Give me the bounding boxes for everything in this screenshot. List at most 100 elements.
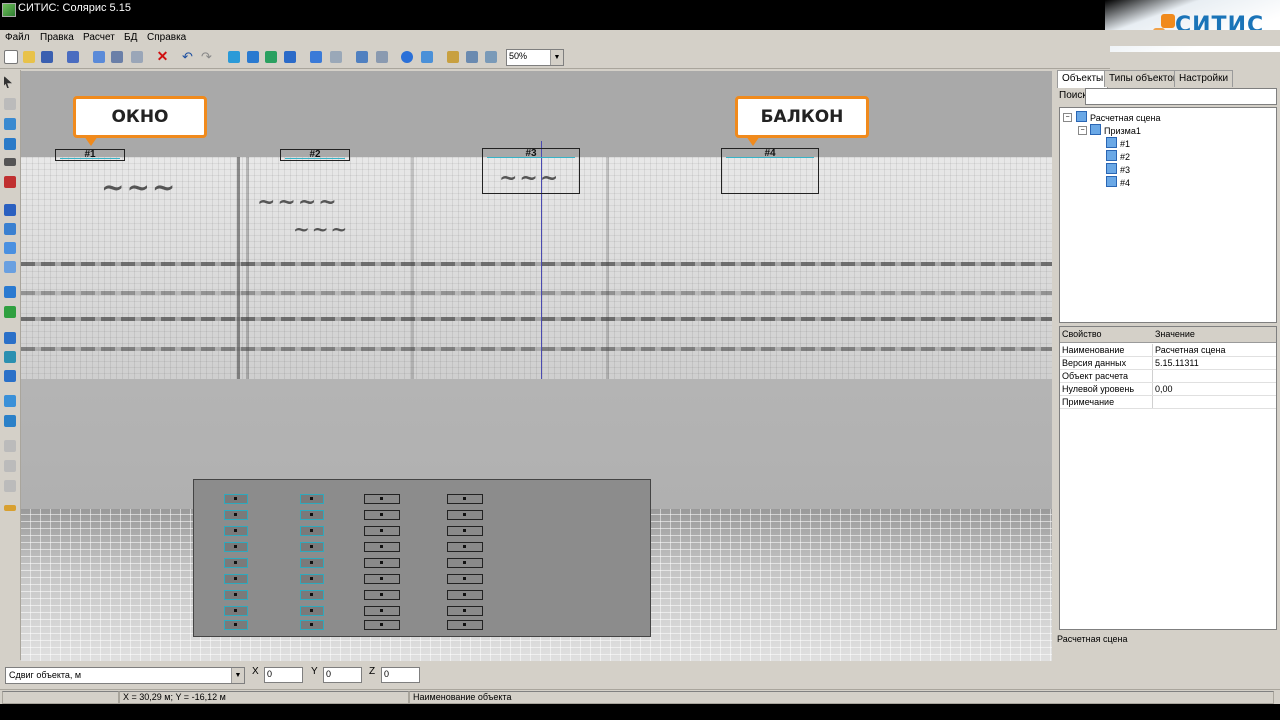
properties-header: Свойство Значение <box>1060 327 1276 343</box>
save-icon[interactable] <box>39 49 54 64</box>
calc-icon[interactable] <box>419 49 434 64</box>
window-title: СИТИС: Солярис 5.15 <box>18 2 131 14</box>
property-row[interactable]: Наименование Расчетная сцена <box>1060 344 1276 357</box>
property-row[interactable]: Примечание <box>1060 396 1276 409</box>
collapse-icon[interactable]: − <box>1078 126 1087 135</box>
scale-icon[interactable] <box>282 49 297 64</box>
tree-item-label: #4 <box>1120 178 1131 188</box>
tool-8-icon[interactable] <box>4 223 16 235</box>
sun-icon[interactable] <box>399 49 414 64</box>
tool-12-icon[interactable] <box>4 306 16 318</box>
tool-17-icon[interactable] <box>4 415 16 427</box>
property-value[interactable]: 5.15.11311 <box>1155 358 1199 368</box>
tree-item-3[interactable]: #3 <box>1106 163 1130 175</box>
property-row[interactable]: Версия данных 5.15.11311 <box>1060 357 1276 370</box>
tool-20-icon[interactable] <box>4 480 16 492</box>
tool-14-icon[interactable] <box>4 351 16 363</box>
tool-13-icon[interactable] <box>4 332 16 344</box>
tab-object-types[interactable]: Типы объектов <box>1104 70 1184 87</box>
object-icon <box>1106 163 1117 174</box>
z-input[interactable]: 0 <box>381 667 420 683</box>
tab-objects[interactable]: Объекты <box>1057 70 1109 88</box>
object-icon <box>1106 176 1117 187</box>
search-input[interactable] <box>1085 88 1277 105</box>
property-value[interactable]: Расчетная сцена <box>1155 345 1226 355</box>
align-icon[interactable] <box>354 49 369 64</box>
tree-item-prism[interactable]: Призма1 <box>1090 124 1141 136</box>
group-icon[interactable] <box>308 49 323 64</box>
tree-item-1[interactable]: #1 <box>1106 137 1130 149</box>
delete-icon[interactable]: ✕ <box>155 48 170 64</box>
redo-icon[interactable]: ↷ <box>199 49 214 64</box>
tab-settings[interactable]: Настройки <box>1174 70 1234 87</box>
viewport-3d[interactable]: ~~~ ~~~~ ~~~ ~~~ #1 #2 #3 #4 ОКНО БАЛКОН <box>21 71 1052 661</box>
tree-item-label: Призма1 <box>1104 126 1141 136</box>
tool-16-icon[interactable] <box>4 395 16 407</box>
zoom-select[interactable]: 50% ▼ <box>506 49 564 66</box>
scale-1-1-icon[interactable] <box>4 158 16 166</box>
callout-balcony-text: БАЛКОН <box>760 107 844 127</box>
tool-9-icon[interactable] <box>4 242 16 254</box>
tree-item-scene[interactable]: Расчетная сцена <box>1076 111 1161 123</box>
menu-calc[interactable]: Расчет <box>83 32 115 43</box>
print-icon[interactable] <box>65 49 80 64</box>
prism-building[interactable] <box>193 479 651 637</box>
status-cell-empty <box>2 691 119 704</box>
y-input[interactable]: 0 <box>323 667 362 683</box>
tool-18-icon[interactable] <box>4 440 16 452</box>
chevron-down-icon[interactable]: ▼ <box>550 50 563 65</box>
tree-item-2[interactable]: #2 <box>1106 150 1130 162</box>
search-label: Поиск <box>1059 90 1087 101</box>
copy-icon[interactable] <box>91 49 106 64</box>
tree-item-4[interactable]: #4 <box>1106 176 1130 188</box>
view-persp-icon[interactable] <box>464 49 479 64</box>
column-header-property: Свойство <box>1062 329 1102 339</box>
tool-11-icon[interactable] <box>4 286 16 298</box>
transform-controls: Сдвиг объекта, м ▼ X 0 Y 0 Z 0 <box>0 664 1055 688</box>
undo-icon[interactable]: ↶ <box>180 49 195 64</box>
collapse-icon[interactable]: − <box>1063 113 1072 122</box>
property-key: Примечание <box>1062 397 1115 407</box>
object-marker[interactable]: #2 <box>280 149 350 161</box>
scene-icon <box>1076 111 1087 122</box>
mirror-icon[interactable] <box>263 49 278 64</box>
transform-mode-value: Сдвиг объекта, м <box>9 670 82 680</box>
x-input[interactable]: 0 <box>264 667 303 683</box>
status-bar: X = 30,29 м; Y = -16,12 м Наименование о… <box>0 689 1280 704</box>
tool-6-icon[interactable] <box>4 176 16 188</box>
ungroup-icon[interactable] <box>328 49 343 64</box>
pointer-icon[interactable] <box>4 76 12 88</box>
open-icon[interactable] <box>21 49 36 64</box>
object-marker[interactable]: #4 <box>721 148 819 194</box>
menu-file[interactable]: Файл <box>5 32 30 43</box>
tool-7-icon[interactable] <box>4 204 16 216</box>
property-row[interactable]: Нулевой уровень 0,00 <box>1060 383 1276 396</box>
tool-4-icon[interactable] <box>4 138 16 150</box>
move-icon[interactable] <box>226 49 241 64</box>
chevron-down-icon[interactable]: ▼ <box>231 668 244 683</box>
tool-19-icon[interactable] <box>4 460 16 472</box>
new-icon[interactable] <box>3 49 18 64</box>
tool-2-icon[interactable] <box>4 98 16 110</box>
tool-15-icon[interactable] <box>4 370 16 382</box>
status-hint: Наименование объекта <box>409 691 1274 704</box>
status-coords: X = 30,29 м; Y = -16,12 м <box>119 691 409 704</box>
menu-db[interactable]: БД <box>124 32 137 43</box>
view-fit-icon[interactable] <box>483 49 498 64</box>
menu-edit[interactable]: Правка <box>40 32 74 43</box>
rotate-icon[interactable] <box>245 49 260 64</box>
transform-mode-select[interactable]: Сдвиг объекта, м ▼ <box>5 667 245 684</box>
paste-icon[interactable] <box>129 49 144 64</box>
distribute-icon[interactable] <box>374 49 389 64</box>
object-marker[interactable]: #1 <box>55 149 125 161</box>
property-row[interactable]: Объект расчета <box>1060 370 1276 383</box>
property-value[interactable]: 0,00 <box>1155 384 1173 394</box>
object-marker[interactable]: #3 <box>482 148 580 194</box>
tool-10-icon[interactable] <box>4 261 16 273</box>
bottom-border <box>0 704 1280 720</box>
tool-3-icon[interactable] <box>4 118 16 130</box>
cut-icon[interactable] <box>109 49 124 64</box>
view-top-icon[interactable] <box>445 49 460 64</box>
tool-21-icon[interactable] <box>4 505 16 511</box>
menu-help[interactable]: Справка <box>147 32 186 43</box>
